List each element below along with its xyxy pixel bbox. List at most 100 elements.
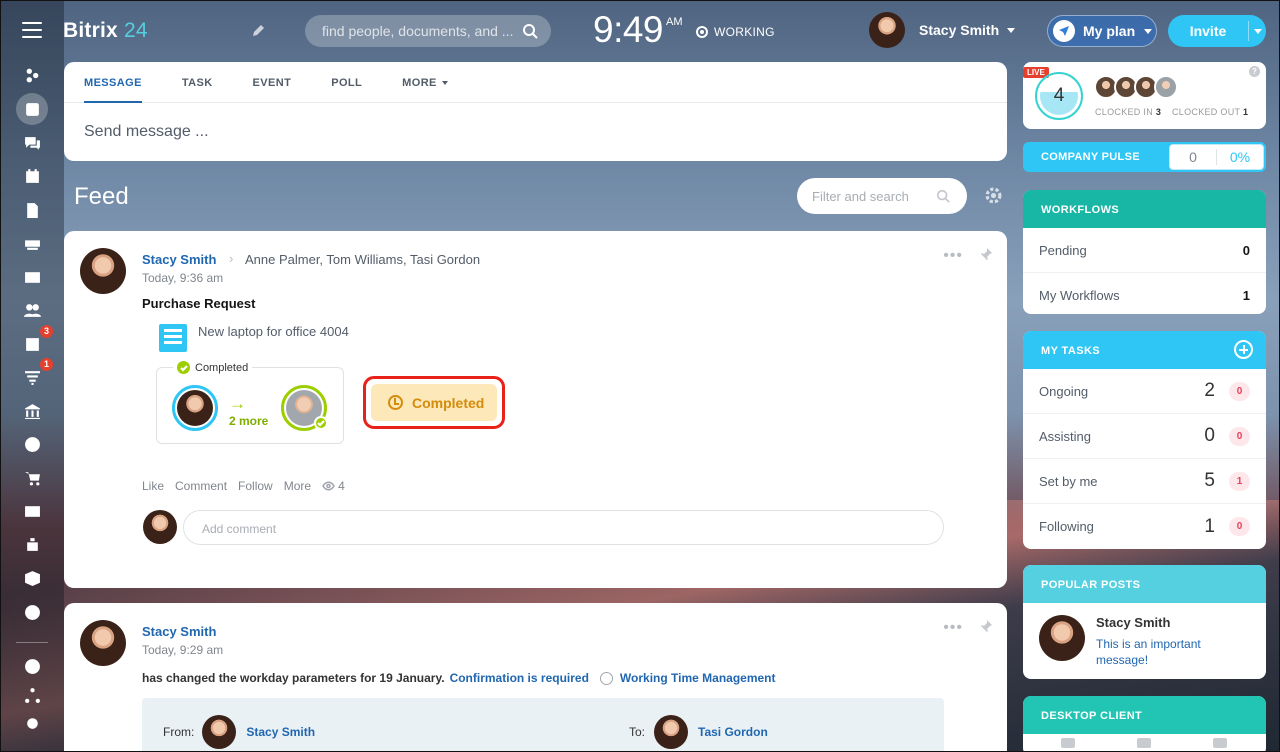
- add-comment-input[interactable]: Add comment: [183, 510, 944, 545]
- settings-gear-icon[interactable]: [16, 707, 48, 739]
- pin-icon[interactable]: [979, 247, 993, 261]
- tab-message[interactable]: MESSAGE: [84, 62, 161, 103]
- robot-icon[interactable]: [16, 529, 48, 561]
- pin-icon[interactable]: [979, 619, 993, 633]
- invite-button[interactable]: Invite: [1168, 15, 1266, 47]
- clock-icon: [388, 395, 403, 410]
- post-timestamp: Today, 9:36 am: [142, 271, 224, 285]
- popular-author[interactable]: Stacy Smith: [1096, 615, 1170, 630]
- search-input[interactable]: find people, documents, and ...: [305, 15, 551, 47]
- contact-center-icon[interactable]: [16, 495, 48, 527]
- to-user-link[interactable]: Tasi Gordon: [698, 725, 768, 739]
- post-author-link[interactable]: Stacy Smith: [142, 624, 216, 639]
- logo[interactable]: Bitrix 24: [63, 19, 148, 43]
- post-heading: Purchase Request: [142, 296, 256, 311]
- crm-funnel-icon[interactable]: 1: [16, 358, 53, 393]
- live-avatars[interactable]: [1094, 75, 1178, 99]
- tab-more[interactable]: MORE: [402, 62, 467, 102]
- live-count-ring[interactable]: 4: [1035, 72, 1083, 120]
- windows-icon[interactable]: [1137, 738, 1151, 748]
- tab-poll[interactable]: POLL: [331, 62, 381, 102]
- post-author-link[interactable]: Stacy Smith: [142, 252, 216, 267]
- from-user-link[interactable]: Stacy Smith: [246, 725, 315, 739]
- company-pulse[interactable]: COMPANY PULSE 0 0%: [1023, 142, 1266, 172]
- avatar[interactable]: [1039, 615, 1085, 661]
- status-highlight: Completed: [363, 376, 505, 429]
- counter-badge: 0: [1229, 517, 1250, 536]
- clocked-out-stat: CLOCKED OUT 1: [1172, 107, 1249, 117]
- workflow-row-mine[interactable]: My Workflows 1: [1023, 273, 1266, 314]
- author-avatar[interactable]: [80, 620, 126, 666]
- pulse-values: 0 0%: [1169, 144, 1264, 170]
- funnel-badge: 1: [39, 358, 53, 371]
- calendar-icon[interactable]: [16, 160, 48, 192]
- tab-task[interactable]: TASK: [182, 62, 232, 102]
- rocket-icon: [1053, 20, 1075, 42]
- task-row-set-by-me[interactable]: Set by me 5 1: [1023, 459, 1266, 504]
- task-row-ongoing[interactable]: Ongoing 2 0: [1023, 369, 1266, 414]
- like-link[interactable]: Like: [142, 479, 164, 493]
- check-icon: [177, 361, 190, 374]
- more-approvers-link[interactable]: 2 more: [229, 414, 268, 428]
- feed-icon[interactable]: [16, 93, 48, 125]
- documents-icon[interactable]: [16, 194, 48, 226]
- document-name[interactable]: New laptop for office 4004: [198, 324, 349, 339]
- mail-icon[interactable]: [16, 261, 48, 293]
- confirmation-link[interactable]: Confirmation is required: [450, 671, 589, 685]
- rail-divider: [16, 642, 48, 643]
- working-time-link[interactable]: Working Time Management: [620, 671, 776, 685]
- tab-event[interactable]: EVENT: [253, 62, 311, 102]
- store-cart-icon[interactable]: [16, 462, 48, 494]
- feed-settings-gear-icon[interactable]: [985, 187, 1002, 204]
- status-badge[interactable]: Completed: [371, 384, 497, 421]
- views-count[interactable]: 4: [322, 479, 345, 493]
- approver-avatar[interactable]: [172, 385, 218, 431]
- from-to-box: From: Stacy Smith To: Tasi Gordon: [142, 698, 944, 752]
- composer-tabs: MESSAGE TASK EVENT POLL MORE: [64, 62, 1007, 103]
- edit-pencil-icon[interactable]: [250, 23, 266, 39]
- author-avatar[interactable]: [80, 248, 126, 294]
- more-link[interactable]: More: [284, 479, 311, 493]
- tasks-icon[interactable]: 3: [16, 325, 53, 360]
- clock-ampm: AM: [666, 16, 683, 28]
- comment-link[interactable]: Comment: [175, 479, 227, 493]
- add-task-icon[interactable]: [1234, 340, 1253, 359]
- workflows-widget: WORKFLOWS Pending 0 My Workflows 1: [1023, 190, 1266, 314]
- workflow-row-pending[interactable]: Pending 0: [1023, 228, 1266, 273]
- follow-link[interactable]: Follow: [238, 479, 273, 493]
- goals-icon[interactable]: [16, 428, 48, 460]
- help-icon[interactable]: [16, 650, 48, 682]
- more-options-icon[interactable]: •••: [943, 247, 963, 265]
- drive-icon[interactable]: [16, 227, 48, 259]
- more-chevron-icon[interactable]: [16, 596, 48, 628]
- chat-icon[interactable]: [16, 127, 48, 159]
- document-icon: [159, 324, 187, 352]
- help-icon[interactable]: ?: [1249, 66, 1260, 77]
- filter-search-input[interactable]: Filter and search: [797, 178, 967, 214]
- more-options-icon[interactable]: •••: [943, 619, 963, 637]
- popular-post-link[interactable]: This is an important message!: [1096, 636, 1226, 668]
- post-actions: Like Comment Follow More 4: [142, 479, 345, 493]
- activity-stream-icon[interactable]: [16, 59, 48, 91]
- user-menu[interactable]: Stacy Smith: [869, 12, 1016, 48]
- widget-title: POPULAR POSTS: [1023, 565, 1266, 603]
- approver-avatar[interactable]: [281, 385, 328, 431]
- top-bar: Bitrix 24 find people, documents, and ..…: [0, 0, 1280, 62]
- my-plan-button[interactable]: My plan: [1047, 15, 1157, 47]
- linux-icon[interactable]: [1213, 738, 1227, 748]
- widget-title[interactable]: WORKFLOWS: [1023, 190, 1266, 228]
- employees-icon[interactable]: [16, 294, 48, 326]
- post-recipients[interactable]: Anne Palmer, Tom Williams, Tasi Gordon: [245, 252, 480, 267]
- post-timestamp: Today, 9:29 am: [142, 643, 224, 657]
- marketplace-box-icon[interactable]: [16, 562, 48, 594]
- work-status[interactable]: WORKING: [696, 25, 775, 39]
- hamburger-menu-icon[interactable]: [22, 22, 42, 38]
- task-row-assisting[interactable]: Assisting 0 0: [1023, 414, 1266, 459]
- desktop-client-widget: DESKTOP CLIENT: [1023, 696, 1266, 752]
- clock[interactable]: 9:49: [593, 9, 664, 51]
- task-row-following[interactable]: Following 1 0: [1023, 504, 1266, 549]
- send-message-input[interactable]: Send message ...: [64, 103, 1007, 141]
- apple-icon[interactable]: [1061, 738, 1075, 748]
- widget-title[interactable]: MY TASKS: [1023, 331, 1266, 369]
- company-icon[interactable]: [16, 395, 48, 427]
